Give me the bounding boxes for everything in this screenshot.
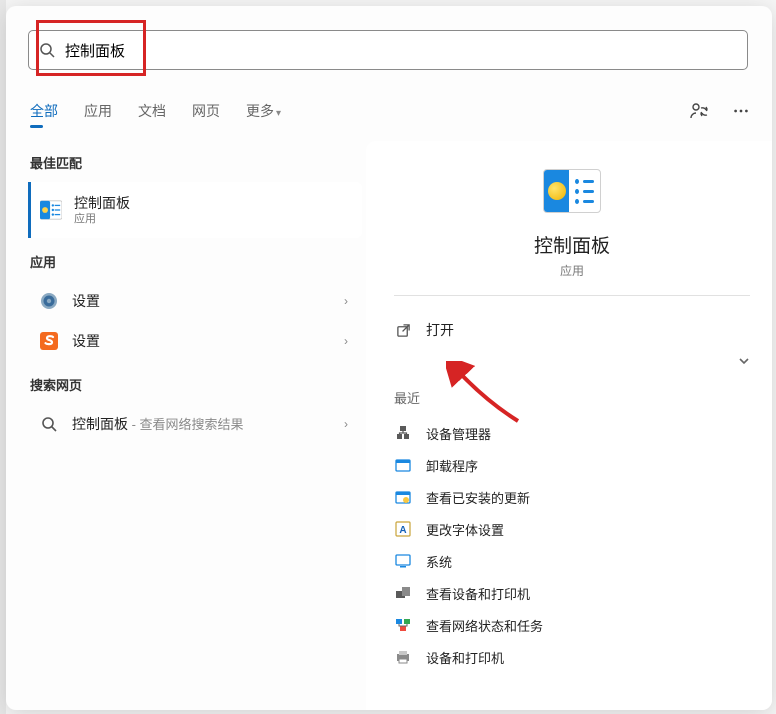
preview-column: 控制面板 应用 打开 最近 <box>366 141 772 710</box>
control-panel-icon <box>40 199 62 221</box>
printer-icon <box>394 648 412 666</box>
recent-label: 查看网络状态和任务 <box>426 616 543 635</box>
search-icon <box>39 42 55 58</box>
recent-item-devices-printers[interactable]: 设备和打印机 <box>394 641 750 673</box>
search-row <box>28 30 748 70</box>
divider <box>394 295 750 296</box>
tab-label: 应用 <box>84 103 112 119</box>
gear-icon <box>38 290 60 312</box>
recent-item-devices-printers-view[interactable]: 查看设备和打印机 <box>394 577 750 609</box>
tab-documents[interactable]: 文档 <box>138 101 166 121</box>
best-match-label: 控制面板 <box>74 194 130 212</box>
recent-item-fonts[interactable]: A 更改字体设置 <box>394 513 750 545</box>
preview-sub: 应用 <box>560 262 584 279</box>
web-header: 搜索网页 <box>30 375 362 394</box>
fonts-icon: A <box>394 520 412 538</box>
app-item-settings[interactable]: 设置 › <box>28 281 362 321</box>
device-manager-icon <box>394 424 412 442</box>
recent-item-updates[interactable]: 查看已安装的更新 <box>394 481 750 513</box>
recent-label: 更改字体设置 <box>426 520 504 539</box>
recent-label: 系统 <box>426 552 452 571</box>
search-panel: 全部 应用 文档 网页 更多▾ <box>6 6 772 710</box>
recent-label: 设备管理器 <box>426 424 491 443</box>
apps-header: 应用 <box>30 252 362 271</box>
chevron-right-icon: › <box>344 294 354 308</box>
recent-label: 卸载程序 <box>426 456 478 475</box>
app-item-label: 设置 <box>72 331 100 351</box>
control-panel-large-icon <box>543 169 601 213</box>
system-icon <box>394 552 412 570</box>
recent-item-device-manager[interactable]: 设备管理器 <box>394 417 750 449</box>
chevron-right-icon: › <box>344 417 354 431</box>
chevron-right-icon: › <box>344 334 354 348</box>
account-sync-icon[interactable] <box>688 100 710 122</box>
search-box[interactable] <box>28 30 748 70</box>
svg-text:A: A <box>399 525 406 536</box>
sogou-icon <box>38 330 60 352</box>
recent-label: 查看已安装的更新 <box>426 488 530 507</box>
network-icon <box>394 616 412 634</box>
web-item-label: 控制面板 - 查看网络搜索结果 <box>72 414 244 434</box>
updates-icon <box>394 488 412 506</box>
results-column: 最佳匹配 控制面板 应用 应用 <box>6 141 362 710</box>
tab-label: 网页 <box>192 103 220 119</box>
recent-label: 设备和打印机 <box>426 648 504 667</box>
search-icon <box>38 413 60 435</box>
open-label: 打开 <box>426 320 454 340</box>
search-input[interactable] <box>55 42 747 59</box>
best-match-header: 最佳匹配 <box>30 153 362 172</box>
chevron-down-icon <box>738 355 750 367</box>
chevron-down-icon: ▾ <box>276 108 281 119</box>
uninstall-icon <box>394 456 412 474</box>
recent-label: 查看设备和打印机 <box>426 584 530 603</box>
more-options-icon[interactable] <box>730 100 752 122</box>
open-action[interactable]: 打开 <box>394 312 750 348</box>
tab-label: 全部 <box>30 103 58 119</box>
best-match-sub: 应用 <box>74 212 130 226</box>
recent-item-system[interactable]: 系统 <box>394 545 750 577</box>
app-item-sogou-settings[interactable]: 设置 › <box>28 321 362 361</box>
tab-all[interactable]: 全部 <box>30 101 58 121</box>
tabs-row: 全部 应用 文档 网页 更多▾ <box>30 96 752 126</box>
best-match-item[interactable]: 控制面板 应用 <box>28 182 362 238</box>
tab-web[interactable]: 网页 <box>192 101 220 121</box>
tab-label: 更多 <box>246 103 274 119</box>
tab-apps[interactable]: 应用 <box>84 101 112 121</box>
recent-item-uninstall[interactable]: 卸载程序 <box>394 449 750 481</box>
recent-header: 最近 <box>394 388 750 407</box>
expand-actions[interactable] <box>394 348 750 374</box>
app-item-label: 设置 <box>72 291 100 311</box>
devices-printers-icon <box>394 584 412 602</box>
recent-item-network-status[interactable]: 查看网络状态和任务 <box>394 609 750 641</box>
tab-label: 文档 <box>138 103 166 119</box>
tab-more[interactable]: 更多▾ <box>246 101 281 121</box>
web-search-item[interactable]: 控制面板 - 查看网络搜索结果 › <box>28 404 362 444</box>
open-external-icon <box>394 321 412 339</box>
preview-title: 控制面板 <box>534 231 610 258</box>
